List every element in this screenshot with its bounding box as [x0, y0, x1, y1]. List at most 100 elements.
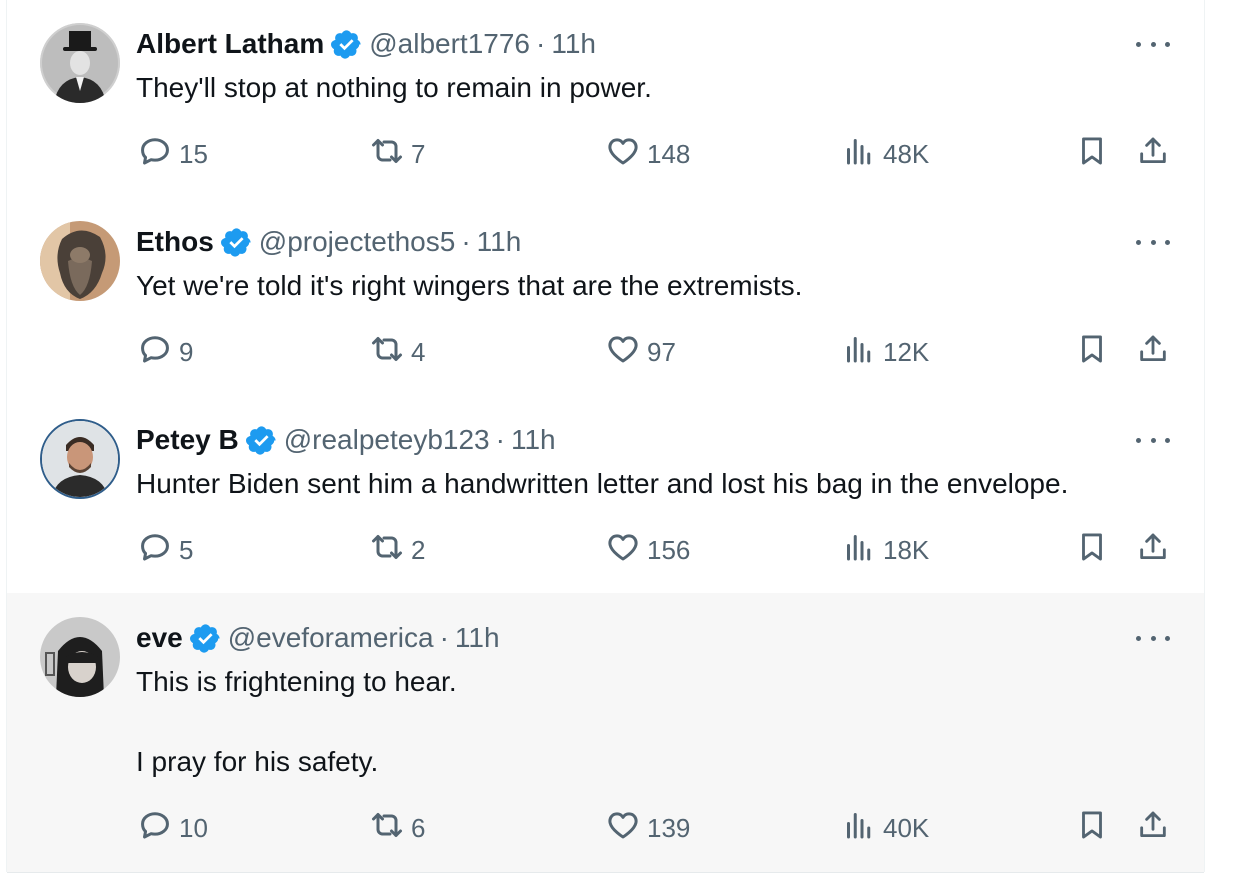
retweet-button[interactable]: 4: [369, 331, 425, 374]
views-button[interactable]: 40K: [841, 807, 929, 850]
speech-bubble-icon: [137, 133, 173, 176]
retweet-icon: [369, 133, 405, 176]
action-bar: 9 4 97 12K: [7, 331, 1204, 371]
share-upload-icon[interactable]: [1136, 134, 1170, 168]
reply-count: 9: [179, 337, 194, 367]
reply-button[interactable]: 15: [137, 133, 208, 176]
like-button[interactable]: 156: [605, 529, 690, 572]
tweet-text: This is frightening to hear. I pray for …: [136, 666, 457, 777]
like-count: 139: [647, 813, 691, 843]
views-count: 48K: [883, 139, 930, 169]
more-dots-icon[interactable]: [1136, 430, 1170, 450]
like-count: 156: [647, 535, 691, 565]
separator-dot: ·: [439, 622, 449, 653]
speech-bubble-icon: [137, 807, 173, 850]
views-count: 40K: [883, 813, 930, 843]
reply-count: 5: [179, 535, 194, 565]
retweet-count: 6: [411, 813, 426, 843]
reply-button[interactable]: 10: [137, 807, 208, 850]
heart-icon: [605, 133, 641, 176]
tweet-petey-b[interactable]: Petey B @realpeteyb123 · 11h Hunter Bide…: [7, 395, 1204, 594]
handle[interactable]: @eveforamerica: [228, 622, 434, 654]
separator-dot: ·: [536, 28, 546, 59]
views-count: 18K: [883, 535, 930, 565]
tweet-header: Petey B @realpeteyb123 · 11h: [136, 422, 556, 458]
like-button[interactable]: 148: [605, 133, 690, 176]
retweet-count: 4: [411, 337, 426, 367]
timestamp[interactable]: 11h: [477, 226, 522, 258]
timestamp[interactable]: 11h: [455, 622, 500, 654]
retweet-count: 7: [411, 139, 426, 169]
bookmark-icon[interactable]: [1075, 808, 1109, 842]
reply-button[interactable]: 5: [137, 529, 193, 572]
views-count: 12K: [883, 337, 930, 367]
retweet-button[interactable]: 7: [369, 133, 425, 176]
more-dots-icon[interactable]: [1136, 628, 1170, 648]
retweet-icon: [369, 331, 405, 374]
action-bar: 5 2 156 18K: [7, 529, 1204, 569]
timestamp[interactable]: 11h: [511, 424, 556, 456]
tweet-header: Ethos @projectethos5 · 11h: [136, 224, 521, 260]
retweet-button[interactable]: 2: [369, 529, 425, 572]
display-name[interactable]: Albert Latham: [136, 28, 324, 60]
tweet-header: eve @eveforamerica · 11h: [136, 620, 500, 656]
timestamp[interactable]: 11h: [551, 28, 596, 60]
bookmark-icon[interactable]: [1075, 134, 1109, 168]
separator-dot: ·: [495, 424, 505, 455]
verified-badge-icon: [245, 424, 278, 457]
verified-badge-icon: [220, 226, 253, 259]
reply-count: 15: [179, 139, 208, 169]
avatar-albert-latham[interactable]: [40, 23, 120, 103]
verified-badge-icon: [189, 622, 222, 655]
share-upload-icon[interactable]: [1136, 808, 1170, 842]
handle[interactable]: @projectethos5: [259, 226, 456, 258]
action-bar: 10 6 139 40K: [7, 807, 1204, 847]
more-dots-icon[interactable]: [1136, 34, 1170, 54]
views-button[interactable]: 12K: [841, 331, 929, 374]
heart-icon: [605, 529, 641, 572]
bar-chart-icon: [841, 331, 877, 374]
handle[interactable]: @realpeteyb123: [284, 424, 490, 456]
reply-count: 10: [179, 813, 208, 843]
bar-chart-icon: [841, 529, 877, 572]
bookmark-icon[interactable]: [1075, 332, 1109, 366]
tweet-text: They'll stop at nothing to remain in pow…: [136, 72, 652, 103]
handle[interactable]: @albert1776: [369, 28, 530, 60]
action-bar: 15 7 148 48K: [7, 133, 1204, 173]
like-button[interactable]: 97: [605, 331, 676, 374]
like-button[interactable]: 139: [605, 807, 690, 850]
reply-feed: Albert Latham @albert1776 · 11h They'll …: [6, 0, 1205, 873]
verified-badge-icon: [330, 28, 363, 61]
tweet-ethos[interactable]: Ethos @projectethos5 · 11h Yet we're tol…: [7, 197, 1204, 396]
like-count: 148: [647, 139, 691, 169]
speech-bubble-icon: [137, 529, 173, 572]
retweet-icon: [369, 529, 405, 572]
reply-button[interactable]: 9: [137, 331, 193, 374]
retweet-button[interactable]: 6: [369, 807, 425, 850]
heart-icon: [605, 331, 641, 374]
avatar-ethos[interactable]: [40, 221, 120, 301]
views-button[interactable]: 48K: [841, 133, 929, 176]
tweet-text: Yet we're told it's right wingers that a…: [136, 270, 803, 301]
tweet-text: Hunter Biden sent him a handwritten lett…: [136, 468, 1069, 499]
share-upload-icon[interactable]: [1136, 332, 1170, 366]
heart-icon: [605, 807, 641, 850]
share-upload-icon[interactable]: [1136, 530, 1170, 564]
views-button[interactable]: 18K: [841, 529, 929, 572]
display-name[interactable]: eve: [136, 622, 183, 654]
retweet-count: 2: [411, 535, 426, 565]
display-name[interactable]: Petey B: [136, 424, 239, 456]
separator-dot: ·: [461, 226, 471, 257]
bookmark-icon[interactable]: [1075, 530, 1109, 564]
avatar-eve[interactable]: [40, 617, 120, 697]
bar-chart-icon: [841, 807, 877, 850]
avatar-petey-b[interactable]: [40, 419, 120, 499]
tweet-albert-latham[interactable]: Albert Latham @albert1776 · 11h They'll …: [7, 0, 1204, 198]
speech-bubble-icon: [137, 331, 173, 374]
bar-chart-icon: [841, 133, 877, 176]
tweet-eve[interactable]: eve @eveforamerica · 11h This is frighte…: [7, 593, 1204, 873]
display-name[interactable]: Ethos: [136, 226, 214, 258]
tweet-header: Albert Latham @albert1776 · 11h: [136, 26, 596, 62]
like-count: 97: [647, 337, 676, 367]
more-dots-icon[interactable]: [1136, 232, 1170, 252]
